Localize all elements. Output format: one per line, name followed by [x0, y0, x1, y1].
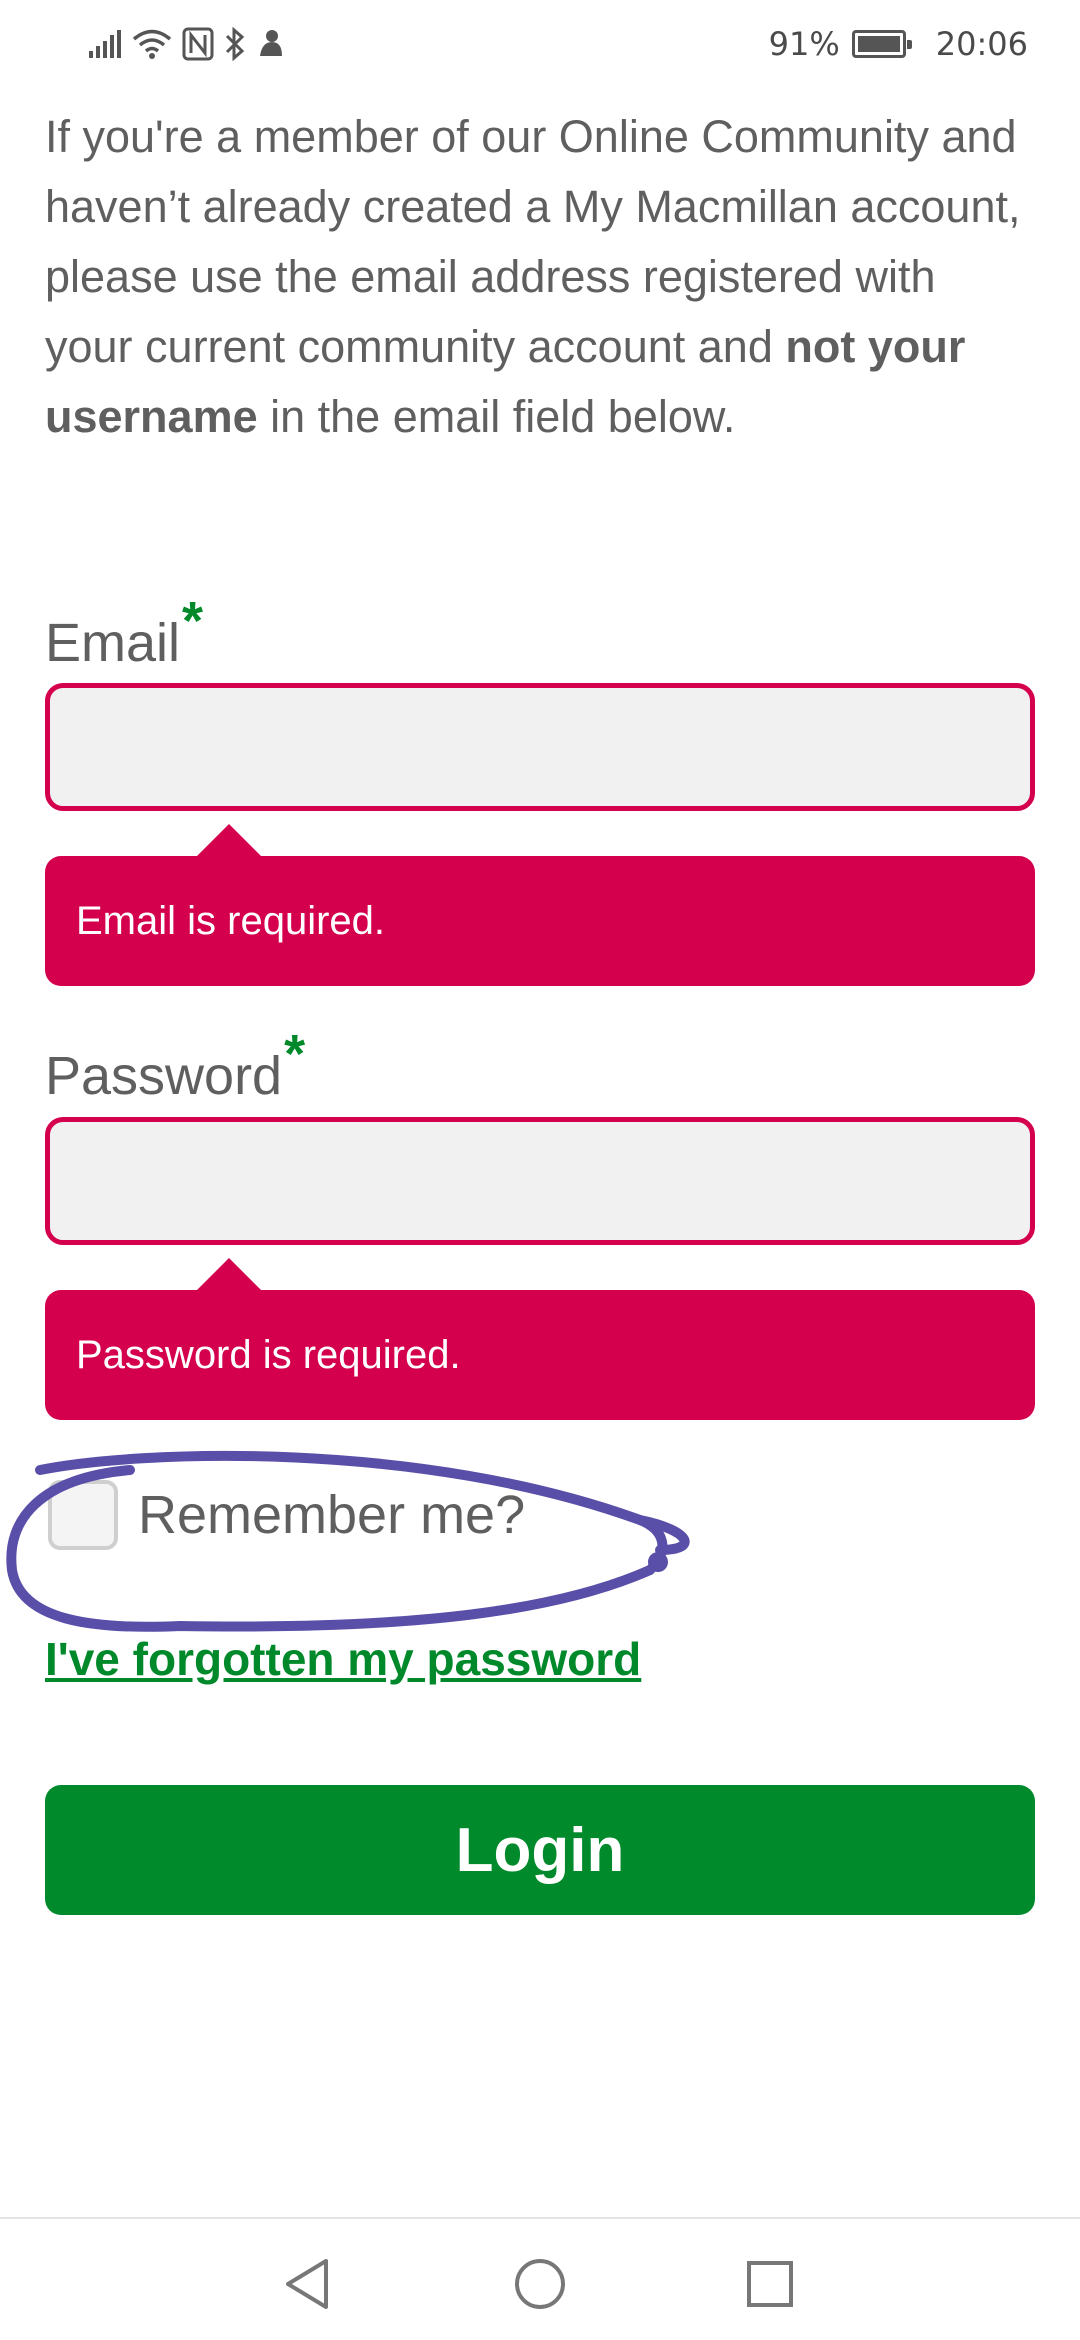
email-label: Email*	[45, 591, 203, 674]
status-icons-right: 91% 20:06	[769, 22, 1028, 66]
recents-icon[interactable]	[745, 2257, 795, 2311]
password-error: Password is required.	[45, 1258, 1035, 1420]
forgot-password-link[interactable]: I've forgotten my password	[45, 1632, 641, 1686]
intro-text: If you're a member of our Online Communi…	[45, 102, 1035, 452]
login-button[interactable]: Login	[45, 1785, 1035, 1915]
status-icons-left	[88, 22, 284, 66]
email-label-text: Email	[45, 613, 181, 673]
wifi-icon	[132, 29, 172, 59]
bluetooth-icon	[225, 27, 245, 61]
back-icon[interactable]	[282, 2257, 332, 2311]
battery-icon	[851, 30, 912, 58]
email-required-marker: *	[182, 591, 204, 651]
system-nav-bar	[0, 2217, 1080, 2340]
clock: 20:06	[935, 25, 1028, 63]
nfc-icon	[182, 27, 214, 61]
email-field[interactable]	[45, 683, 1035, 811]
home-icon[interactable]	[513, 2257, 567, 2311]
battery-percent: 91%	[768, 25, 840, 63]
password-label-text: Password	[45, 1046, 283, 1106]
password-label: Password*	[45, 1024, 305, 1107]
password-error-text: Password is required.	[76, 1332, 461, 1377]
email-error: Email is required.	[45, 824, 1035, 986]
status-bar: 91% 20:06	[0, 0, 1080, 90]
password-field[interactable]	[45, 1117, 1035, 1245]
intro-text-part2: in the email field below.	[257, 391, 736, 442]
password-required-marker: *	[284, 1024, 306, 1084]
signal-icon	[89, 30, 121, 58]
notification-icon	[260, 30, 282, 56]
email-error-text: Email is required.	[76, 898, 386, 943]
login-page: 91% 20:06 If you're a member of our Onli…	[0, 0, 1080, 2340]
annotation-circle	[6, 1450, 690, 1632]
